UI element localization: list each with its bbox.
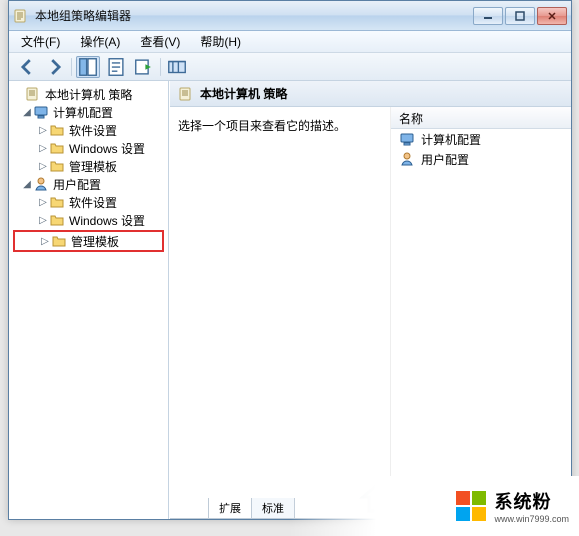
menu-help[interactable]: 帮助(H) [192, 31, 249, 52]
tree-label: 计算机配置 [53, 104, 113, 121]
user-icon [33, 176, 49, 192]
computer-icon [33, 104, 49, 120]
tree-software-settings-1[interactable]: ▷ 软件设置 [11, 121, 166, 139]
tree-computer-config[interactable]: ◢ 计算机配置 [11, 103, 166, 121]
expand-icon[interactable]: ▷ [37, 125, 49, 136]
window-title: 本地组策略编辑器 [35, 7, 471, 24]
tree-label: Windows 设置 [69, 140, 145, 157]
description-pane: 选择一个项目来查看它的描述。 [170, 107, 391, 497]
detail-body: 选择一个项目来查看它的描述。 名称 计算机配置 用户配置 [170, 107, 571, 497]
toolbar [9, 53, 571, 81]
client-area: 本地计算机 策略 ◢ 计算机配置 ▷ 软件设置 ▷ Windows 设置 ▷ 管… [9, 81, 571, 519]
tree-software-settings-2[interactable]: ▷ 软件设置 [11, 193, 166, 211]
app-window: 本地组策略编辑器 文件(F) 操作(A) 查看(V) 帮助(H) 本地计算机 策… [8, 0, 572, 520]
properties-button[interactable] [104, 56, 128, 78]
titlebar: 本地组策略编辑器 [9, 1, 571, 31]
tree-label: 用户配置 [53, 176, 101, 193]
branding-footer: 系统粉 www.win7999.com [289, 476, 579, 536]
brand-text: 系统粉 www.win7999.com [494, 488, 569, 524]
expand-icon[interactable]: ▷ [37, 143, 49, 154]
folder-icon [49, 140, 65, 156]
expand-icon[interactable]: ▷ [37, 197, 49, 208]
computer-icon [399, 131, 415, 147]
user-icon [399, 151, 415, 167]
menu-file[interactable]: 文件(F) [13, 31, 68, 52]
export-button[interactable] [132, 56, 156, 78]
policy-icon [25, 86, 41, 102]
description-text: 选择一个项目来查看它的描述。 [178, 119, 346, 133]
tree-label: 软件设置 [69, 122, 117, 139]
tree-windows-settings-2[interactable]: ▷ Windows 设置 [11, 211, 166, 229]
collapse-icon[interactable]: ◢ [21, 107, 33, 118]
tree-user-config[interactable]: ◢ 用户配置 [11, 175, 166, 193]
highlight-box: ▷ 管理模板 [13, 230, 164, 252]
column-header-name[interactable]: 名称 [391, 107, 571, 129]
brand-name: 系统粉 [494, 488, 569, 514]
tree-admin-templates-1[interactable]: ▷ 管理模板 [11, 157, 166, 175]
list-item-user[interactable]: 用户配置 [391, 149, 571, 169]
policy-icon [178, 86, 194, 102]
brand-url: www.win7999.com [494, 514, 569, 524]
detail-header: 本地计算机 策略 [170, 81, 571, 107]
folder-icon [49, 194, 65, 210]
expand-icon[interactable]: ▷ [39, 236, 51, 247]
tree-label: 软件设置 [69, 194, 117, 211]
folder-icon [49, 158, 65, 174]
list-pane: 名称 计算机配置 用户配置 [391, 107, 571, 497]
list-item-label: 用户配置 [421, 151, 469, 168]
show-tree-button[interactable] [76, 56, 100, 78]
tree-label: 管理模板 [71, 233, 119, 250]
back-button[interactable] [15, 56, 39, 78]
tree-admin-templates-2[interactable]: ▷ 管理模板 [15, 232, 162, 250]
menubar: 文件(F) 操作(A) 查看(V) 帮助(H) [9, 31, 571, 53]
minimize-button[interactable] [473, 7, 503, 25]
maximize-button[interactable] [505, 7, 535, 25]
close-button[interactable] [537, 7, 567, 25]
tree-label: 本地计算机 策略 [45, 86, 132, 103]
list-item-label: 计算机配置 [421, 131, 481, 148]
menu-view[interactable]: 查看(V) [132, 31, 188, 52]
logo-icon [456, 491, 486, 521]
expand-icon[interactable]: ▷ [37, 161, 49, 172]
tree-pane: 本地计算机 策略 ◢ 计算机配置 ▷ 软件设置 ▷ Windows 设置 ▷ 管… [9, 81, 169, 519]
filter-button[interactable] [165, 56, 189, 78]
app-icon [13, 8, 29, 24]
menu-action[interactable]: 操作(A) [72, 31, 128, 52]
folder-icon [51, 233, 67, 249]
separator [160, 58, 161, 76]
forward-button[interactable] [43, 56, 67, 78]
detail-title: 本地计算机 策略 [200, 85, 287, 102]
tree-windows-settings-1[interactable]: ▷ Windows 设置 [11, 139, 166, 157]
tree-root[interactable]: 本地计算机 策略 [11, 85, 166, 103]
folder-icon [49, 122, 65, 138]
tree-label: 管理模板 [69, 158, 117, 175]
tab-extended[interactable]: 扩展 [208, 498, 252, 519]
list-item-computer[interactable]: 计算机配置 [391, 129, 571, 149]
expand-icon[interactable]: ▷ [37, 215, 49, 226]
collapse-icon[interactable]: ◢ [21, 179, 33, 190]
detail-pane: 本地计算机 策略 选择一个项目来查看它的描述。 名称 计算机配置 用户配置 [169, 81, 571, 519]
separator [71, 58, 72, 76]
tree-label: Windows 设置 [69, 212, 145, 229]
folder-icon [49, 212, 65, 228]
